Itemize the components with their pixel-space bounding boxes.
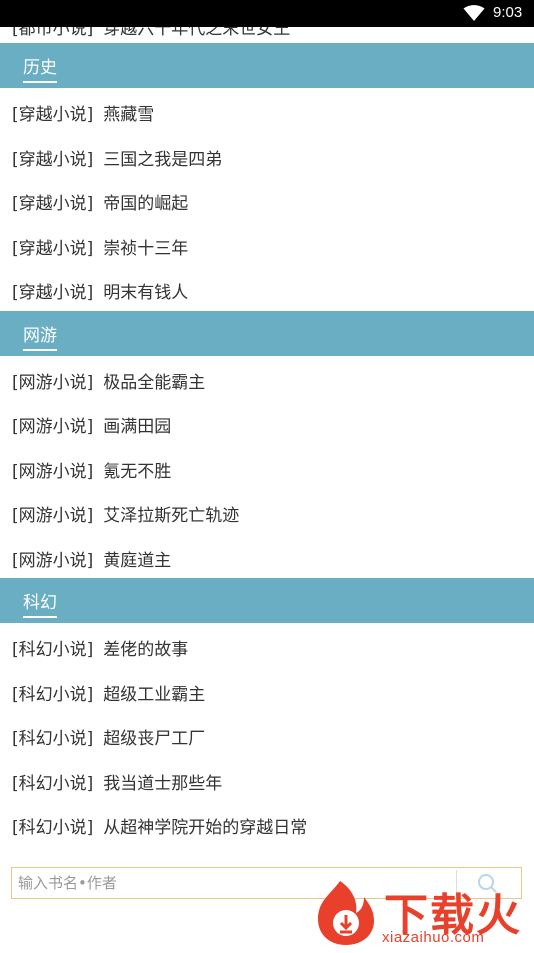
item-category: [科幻小说] xyxy=(12,773,94,794)
section-header-scifi: 科幻 xyxy=(0,578,534,623)
list-item[interactable]: [网游小说] 画满田园 xyxy=(0,400,534,445)
list-item[interactable]: [网游小说] 极品全能霸主 xyxy=(0,356,534,401)
item-title: 氪无不胜 xyxy=(103,461,172,482)
item-title: 三国之我是四弟 xyxy=(103,149,223,170)
list-item[interactable]: [科幻小说] 从超神学院开始的穿越日常 xyxy=(0,801,534,846)
list-item[interactable]: [都市小说] 穿越六十年代之末世女王 xyxy=(0,27,534,43)
item-category: [网游小说] xyxy=(12,550,94,571)
item-category: [网游小说] xyxy=(12,506,94,526)
book-list: [都市小说] 穿越六十年代之末世女王 历史 [穿越小说] 燕藏雪 [穿越小说] 三国之… xyxy=(0,27,534,846)
section-header-history: 历史 xyxy=(0,43,534,88)
item-title: 黄庭道主 xyxy=(103,550,172,571)
item-category: [科幻小说] xyxy=(12,729,94,749)
item-title: 明末有钱人 xyxy=(103,283,189,303)
list-item[interactable]: [科幻小说] 超级工业霸主 xyxy=(0,668,534,713)
watermark-logo: 下载火 xiazaihuo.com xyxy=(312,877,534,949)
item-category: [穿越小说] xyxy=(12,149,94,170)
item-category: [科幻小说] xyxy=(12,640,94,660)
wifi-icon xyxy=(463,5,485,21)
item-title: 超级工业霸主 xyxy=(103,684,206,705)
section-header-online-games: 网游 xyxy=(0,310,534,356)
item-category: [网游小说] xyxy=(12,461,94,482)
item-title: 画满田园 xyxy=(103,417,172,437)
item-title: 从超神学院开始的穿越日常 xyxy=(103,818,308,838)
list-item[interactable]: [科幻小说] 超级丧尸工厂 xyxy=(0,712,534,757)
list-item[interactable]: [科幻小说] 我当道士那些年 xyxy=(0,757,534,802)
list-item[interactable]: [网游小说] 黄庭道主 xyxy=(0,534,534,579)
item-title: 差佬的故事 xyxy=(103,640,189,660)
item-title: 超级丧尸工厂 xyxy=(103,729,206,749)
item-title: 艾泽拉斯死亡轨迹 xyxy=(103,506,240,526)
item-category: [穿越小说] xyxy=(12,283,94,303)
item-title: 燕藏雪 xyxy=(103,105,155,125)
watermark-url: xiazaihuo.com xyxy=(382,929,485,946)
item-category: [科幻小说] xyxy=(12,684,94,705)
list-item[interactable]: [科幻小说] 差佬的故事 xyxy=(0,623,534,668)
item-category: [穿越小说] xyxy=(12,105,94,125)
item-title: 帝国的崛起 xyxy=(103,194,189,214)
item-category: [穿越小说] xyxy=(12,238,94,259)
section-title: 科幻 xyxy=(23,588,57,618)
status-time: 9:03 xyxy=(493,4,523,21)
list-item[interactable]: [网游小说] 艾泽拉斯死亡轨迹 xyxy=(0,489,534,534)
item-title: 崇祯十三年 xyxy=(103,238,189,259)
item-category: [都市小说] xyxy=(12,27,94,39)
list-item[interactable]: [穿越小说] 帝国的崛起 xyxy=(0,177,534,222)
list-item[interactable]: [穿越小说] 崇祯十三年 xyxy=(0,222,534,267)
list-item[interactable]: [穿越小说] 燕藏雪 xyxy=(0,88,534,133)
list-item[interactable]: [穿越小说] 明末有钱人 xyxy=(0,266,534,311)
item-category: [网游小说] xyxy=(12,372,94,393)
section-title: 历史 xyxy=(23,53,57,83)
item-category: [科幻小说] xyxy=(12,818,94,838)
item-title: 我当道士那些年 xyxy=(103,773,223,794)
section-title: 网游 xyxy=(23,321,57,351)
list-item[interactable]: [穿越小说] 三国之我是四弟 xyxy=(0,133,534,178)
item-category: [穿越小说] xyxy=(12,194,94,214)
status-bar: 9:03 xyxy=(0,0,534,27)
list-item[interactable]: [网游小说] 氪无不胜 xyxy=(0,445,534,490)
item-title: 穿越六十年代之末世女王 xyxy=(103,27,291,39)
item-title: 极品全能霸主 xyxy=(103,372,206,393)
item-category: [网游小说] xyxy=(12,417,94,437)
